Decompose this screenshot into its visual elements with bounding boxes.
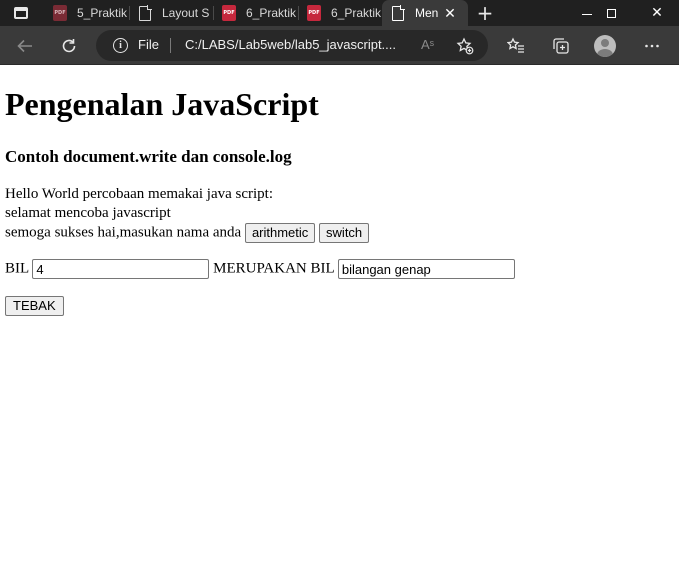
profile-avatar[interactable] [594, 35, 616, 57]
result-input[interactable] [337, 259, 515, 279]
back-button[interactable] [12, 33, 38, 59]
document-icon [390, 5, 406, 21]
close-window-button[interactable]: ✕ [634, 0, 679, 26]
address-bar[interactable]: i File C:/LABS/Lab5web/lab5_javascript..… [96, 30, 488, 61]
hello-line: Hello World percobaan memakai java scrip… [5, 186, 274, 202]
tab-2[interactable]: Layout S [129, 0, 213, 26]
more-dots-icon [645, 44, 659, 48]
tab-3[interactable]: PDF 6_Praktik [213, 0, 298, 26]
tab-label: Men [415, 6, 439, 20]
tab-bar: PDF 5_Praktik Layout S PDF 6_Praktik PDF… [0, 0, 679, 26]
tab-actions-icon [14, 7, 28, 19]
refresh-icon [62, 39, 76, 53]
add-favorite-icon[interactable] [454, 35, 476, 57]
close-icon: ✕ [651, 5, 663, 21]
browser-toolbar: i File C:/LABS/Lab5web/lab5_javascript..… [0, 26, 679, 65]
page-heading: Pengenalan JavaScript [5, 86, 319, 122]
collections-button[interactable] [548, 33, 574, 59]
pdf-icon: PDF [306, 5, 322, 21]
switch-button[interactable]: switch [319, 223, 370, 243]
tab-separator [298, 6, 299, 20]
tab-label: Layout S [162, 6, 210, 20]
greeting-line: selamat mencoba javascript [5, 205, 171, 221]
tebak-row: TEBAK [5, 296, 64, 316]
bil-input[interactable] [32, 259, 210, 279]
settings-more-button[interactable] [639, 33, 665, 59]
new-tab-icon[interactable]: + [472, 0, 498, 26]
tab-1[interactable]: PDF 5_Praktik [42, 0, 129, 26]
bil-label: BIL [5, 260, 29, 277]
scheme-label: File [138, 37, 159, 52]
tab-separator [213, 6, 214, 20]
tab-actions-button[interactable] [0, 0, 42, 26]
arithmetic-button[interactable]: arithmetic [244, 223, 316, 243]
url-text[interactable]: C:/LABS/Lab5web/lab5_javascript.... [185, 37, 396, 52]
address-divider [170, 38, 171, 53]
tab-label: 6_Praktik [331, 6, 382, 20]
pdf-icon: PDF [52, 5, 68, 21]
document-icon [137, 5, 153, 21]
tab-label: 5_Praktik [77, 6, 128, 20]
merupakan-label: MERUPAKAN BIL [213, 260, 335, 277]
bil-row: BIL MERUPAKAN BIL [5, 259, 515, 279]
tebak-button[interactable]: TEBAK [5, 296, 64, 316]
maximize-button[interactable] [588, 0, 634, 26]
page-subheading: Contoh document.write dan console.log [5, 147, 292, 166]
tab-label: 6_Praktik [246, 6, 297, 20]
back-arrow-icon [17, 39, 32, 53]
maximize-icon [606, 8, 616, 18]
tab-4[interactable]: PDF 6_Praktik [298, 0, 382, 26]
close-tab-icon[interactable]: ✕ [440, 3, 460, 23]
favorites-icon [507, 37, 524, 53]
read-aloud-icon[interactable]: Aˢ [421, 37, 434, 52]
tab-5-active[interactable]: Men ✕ [382, 0, 468, 26]
tab-separator [129, 6, 130, 20]
collections-icon [553, 38, 569, 54]
site-info-icon[interactable]: i [113, 38, 128, 53]
pdf-icon: PDF [221, 5, 237, 21]
page-content: Pengenalan JavaScript Contoh document.wr… [0, 66, 679, 574]
favorites-button[interactable] [503, 33, 529, 59]
prompt-line: semoga sukses hai,masukan nama anda arit… [5, 223, 370, 243]
refresh-button[interactable] [56, 33, 82, 59]
prompt-text: semoga sukses hai,masukan nama anda [5, 224, 242, 241]
